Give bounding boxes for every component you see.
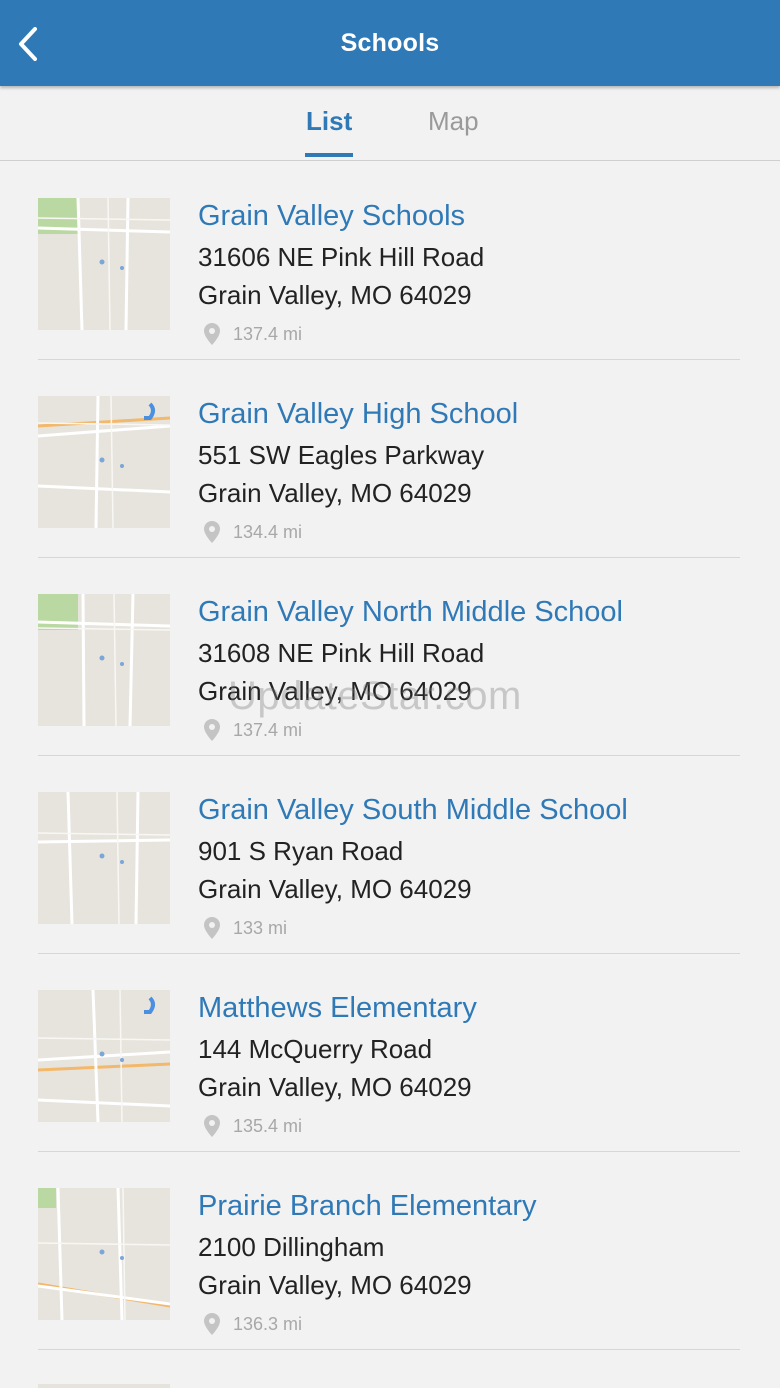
school-list-item[interactable]: Grain Valley North Middle School 31608 N… <box>38 558 740 756</box>
school-info: Grain Valley North Middle School 31608 N… <box>198 594 740 742</box>
school-address-line1: 144 McQuerry Road <box>198 1034 433 1064</box>
school-list: Grain Valley Schools 31606 NE Pink Hill … <box>38 162 740 1350</box>
chevron-left-icon <box>19 27 37 61</box>
map-thumbnail <box>38 396 170 528</box>
school-info: Grain Valley Schools 31606 NE Pink Hill … <box>198 198 740 346</box>
map-thumbnail <box>38 990 170 1122</box>
back-button[interactable] <box>8 20 48 68</box>
school-address-line1: 901 S Ryan Road <box>198 836 404 866</box>
distance-row: 137.4 mi <box>198 718 740 742</box>
school-address-line1: 31608 NE Pink Hill Road <box>198 638 485 668</box>
distance-value: 135.4 mi <box>233 1115 303 1136</box>
distance-value: 134.4 mi <box>233 521 303 542</box>
distance-row: 133 mi <box>198 916 740 940</box>
map-thumbnail <box>38 198 170 330</box>
tab-list-label: List <box>306 106 353 136</box>
map-pin-icon <box>204 917 220 939</box>
school-name: Prairie Branch Elementary <box>198 1190 537 1222</box>
distance-value: 136.3 mi <box>233 1313 303 1334</box>
school-list-item[interactable]: Grain Valley Schools 31606 NE Pink Hill … <box>38 162 740 360</box>
tab-list[interactable]: List <box>305 106 354 157</box>
map-thumbnail <box>38 1188 170 1320</box>
school-list-item[interactable]: Grain Valley South Middle School 901 S R… <box>38 756 740 954</box>
app-header: Schools <box>0 0 780 86</box>
distance-row: 135.4 mi <box>198 1114 740 1138</box>
school-name: Grain Valley High School <box>198 398 519 430</box>
active-tab-indicator <box>305 153 354 157</box>
view-tabs: List Map <box>0 86 780 161</box>
school-address-line1: 31606 NE Pink Hill Road <box>198 242 485 272</box>
page-title: Schools <box>340 28 440 57</box>
map-pin-icon <box>204 719 220 741</box>
map-thumbnail <box>38 1384 170 1388</box>
school-name: Grain Valley Schools <box>198 200 466 232</box>
distance-value: 137.4 mi <box>233 719 303 740</box>
school-info: Prairie Branch Elementary 2100 Dillingha… <box>198 1188 740 1336</box>
school-address-line2: Grain Valley, MO 64029 <box>198 1072 472 1102</box>
map-pin-icon <box>204 323 220 345</box>
school-address-line2: Grain Valley, MO 64029 <box>198 676 472 706</box>
map-thumbnail <box>38 594 170 726</box>
school-name: Grain Valley North Middle School <box>198 596 623 628</box>
school-list-item[interactable]: Matthews Elementary 144 McQuerry Road Gr… <box>38 954 740 1152</box>
tab-map-label: Map <box>428 106 479 136</box>
map-pin-icon <box>204 1313 220 1335</box>
school-address-line1: 2100 Dillingham <box>198 1232 385 1262</box>
distance-value: 133 mi <box>233 917 288 938</box>
school-info: Grain Valley High School 551 SW Eagles P… <box>198 396 740 544</box>
distance-row: 136.3 mi <box>198 1312 740 1336</box>
school-info: Matthews Elementary 144 McQuerry Road Gr… <box>198 990 740 1138</box>
school-address-line2: Grain Valley, MO 64029 <box>198 1270 472 1300</box>
school-list-item[interactable]: Grain Valley High School 551 SW Eagles P… <box>38 360 740 558</box>
tab-map[interactable]: Map <box>428 106 479 157</box>
distance-value: 137.4 mi <box>233 323 303 344</box>
school-address-line2: Grain Valley, MO 64029 <box>198 478 472 508</box>
school-address-line1: 551 SW Eagles Parkway <box>198 440 485 470</box>
distance-row: 134.4 mi <box>198 520 740 544</box>
school-address-line2: Grain Valley, MO 64029 <box>198 874 472 904</box>
school-address-line2: Grain Valley, MO 64029 <box>198 280 472 310</box>
school-name: Matthews Elementary <box>198 992 477 1024</box>
map-pin-icon <box>204 521 220 543</box>
school-name: Grain Valley South Middle School <box>198 794 628 826</box>
map-thumbnail <box>38 792 170 924</box>
school-info: Grain Valley South Middle School 901 S R… <box>198 792 740 940</box>
school-list-item[interactable]: Prairie Branch Elementary 2100 Dillingha… <box>38 1152 740 1350</box>
map-pin-icon <box>204 1115 220 1137</box>
distance-row: 137.4 mi <box>198 322 740 346</box>
